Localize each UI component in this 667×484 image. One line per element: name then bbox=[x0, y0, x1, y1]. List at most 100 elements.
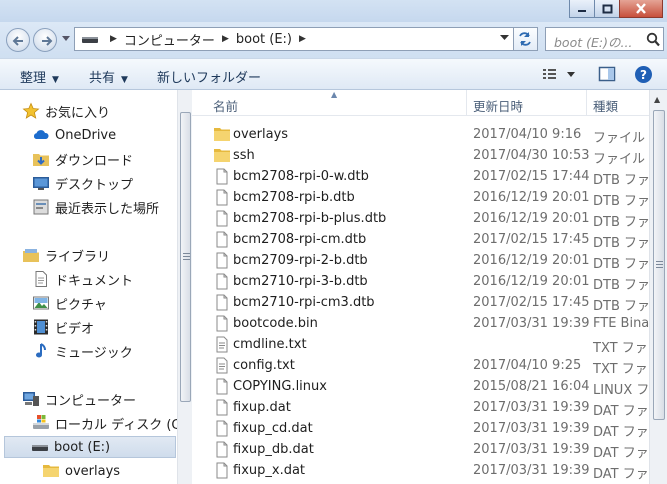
text-file-icon bbox=[213, 336, 231, 357]
chevron-down-icon: ▼ bbox=[52, 75, 59, 85]
column-header-type[interactable]: 種類 bbox=[593, 96, 618, 115]
breadcrumb-boot-drive[interactable]: boot (E:) bbox=[236, 32, 292, 47]
file-type: DTB ファ bbox=[593, 173, 649, 188]
nav-item-documents[interactable]: ドキュメント bbox=[32, 268, 133, 290]
file-row[interactable]: bcm2708-rpi-b-plus.dtb 2016/12/19 20:01 DT… bbox=[192, 208, 649, 231]
nav-item-videos[interactable]: ビデオ bbox=[32, 316, 94, 338]
file-name: fixup_db.dat bbox=[233, 442, 314, 457]
file-row[interactable]: COPYING.linux 2015/08/21 16:04 LINUX フ bbox=[192, 376, 649, 398]
organize-menu-button[interactable]: 整理 ▼ bbox=[20, 67, 59, 86]
nav-item-onedrive[interactable]: OneDrive bbox=[32, 124, 116, 146]
forward-arrow-icon bbox=[42, 36, 53, 46]
share-menu-button[interactable]: 共有 ▼ bbox=[89, 67, 128, 86]
refresh-button[interactable] bbox=[514, 27, 538, 51]
navigation-scrollbar-thumb[interactable] bbox=[180, 112, 191, 402]
preview-pane-icon[interactable] bbox=[598, 65, 616, 83]
recent-pages-chevron-icon[interactable] bbox=[62, 36, 70, 42]
file-type: DTB ファ bbox=[593, 215, 649, 230]
breadcrumb-separator-icon: ▶ bbox=[110, 34, 117, 44]
file-list-scrollbar-thumb[interactable] bbox=[653, 110, 665, 420]
file-row[interactable]: bcm2708-rpi-0-w.dtb 2017/02/15 17:44 DTB フ… bbox=[192, 166, 649, 188]
file-row[interactable]: fixup.dat 2017/03/31 19:39 DAT ファ bbox=[192, 397, 649, 420]
column-separator[interactable] bbox=[466, 90, 467, 116]
file-date: 2017/03/31 19:39 bbox=[473, 463, 590, 478]
minimize-icon bbox=[578, 9, 586, 12]
library-icon bbox=[23, 249, 39, 262]
nav-item-recent-places[interactable]: 最近表示した場所 bbox=[32, 196, 159, 218]
file-date: 2016/12/19 20:01 bbox=[473, 211, 590, 226]
file-row[interactable]: fixup_cd.dat 2017/03/31 19:39 DAT ファ bbox=[192, 418, 649, 440]
help-icon[interactable]: ? bbox=[634, 65, 653, 84]
nav-favorites[interactable]: お気に入り bbox=[22, 100, 110, 122]
file-row[interactable]: cmdline.txt TXT ファ bbox=[192, 334, 649, 357]
file-type: TXT ファ bbox=[593, 362, 648, 377]
close-button[interactable] bbox=[619, 0, 663, 18]
file-row[interactable]: bcm2708-rpi-b.dtb 2016/12/19 20:01 DTB ファ bbox=[192, 187, 649, 209]
file-row[interactable]: bcm2710-rpi-3-b.dtb 2016/12/19 20:01 DTB フ… bbox=[192, 271, 649, 293]
close-icon bbox=[636, 3, 646, 14]
nav-item-overlays[interactable]: overlays bbox=[42, 460, 120, 482]
drive-icon bbox=[32, 445, 48, 451]
forward-button[interactable] bbox=[33, 28, 57, 52]
file-type: DAT ファ bbox=[593, 404, 649, 419]
nav-label: ダウンロード bbox=[55, 153, 134, 169]
nav-item-music[interactable]: ミュージック bbox=[32, 340, 133, 362]
file-name: fixup_x.dat bbox=[233, 463, 306, 478]
file-date: 2017/03/31 19:39 bbox=[473, 421, 590, 436]
file-row[interactable]: bcm2709-rpi-2-b.dtb 2016/12/19 20:01 DTB フ… bbox=[192, 250, 649, 272]
file-name: bcm2710-rpi-3-b.dtb bbox=[233, 274, 368, 289]
file-name: bcm2710-rpi-cm3.dtb bbox=[233, 295, 375, 310]
nav-item-desktop[interactable]: デスクトップ bbox=[32, 172, 133, 194]
file-row[interactable]: config.txt 2017/04/10 9:25 TXT ファ bbox=[192, 355, 649, 377]
column-header-date[interactable]: 更新日時 bbox=[473, 96, 523, 115]
file-icon bbox=[213, 210, 231, 231]
file-type: DAT ファ bbox=[593, 446, 649, 461]
file-list-scrollbar[interactable]: ▲ bbox=[649, 90, 667, 484]
file-icon bbox=[213, 462, 231, 483]
new-folder-button[interactable]: 新しいフォルダー bbox=[157, 67, 261, 86]
nav-item-downloads[interactable]: ダウンロード bbox=[32, 148, 133, 170]
nav-item-boot-drive[interactable]: boot (E:) bbox=[4, 436, 176, 458]
command-bar: 整理 ▼ 共有 ▼ 新しいフォルダー ? bbox=[0, 58, 667, 90]
address-dropdown-chevron-icon[interactable] bbox=[500, 35, 509, 41]
nav-libraries[interactable]: ライブラリ bbox=[22, 244, 110, 266]
search-input[interactable]: boot (E:)の... bbox=[545, 27, 664, 51]
file-row[interactable]: fixup_db.dat 2017/03/31 19:39 DAT ファ bbox=[192, 439, 649, 462]
maximize-button[interactable] bbox=[594, 0, 620, 18]
folder-icon bbox=[43, 465, 59, 477]
back-arrow-icon bbox=[12, 36, 23, 46]
recent-places-icon bbox=[33, 199, 49, 215]
file-type: DAT ファ bbox=[593, 425, 649, 440]
computer-icon bbox=[23, 392, 39, 406]
breadcrumb-computer[interactable]: コンピューター bbox=[124, 30, 215, 49]
file-name: bcm2708-rpi-b.dtb bbox=[233, 190, 355, 205]
file-row[interactable]: bcm2710-rpi-cm3.dtb 2017/02/15 17:45 DTB フ… bbox=[192, 292, 649, 315]
file-icon bbox=[213, 441, 231, 462]
file-icon bbox=[213, 399, 231, 420]
address-bar[interactable]: ▶ コンピューター ▶ boot (E:) ▶ bbox=[74, 27, 514, 51]
back-button[interactable] bbox=[6, 28, 30, 52]
file-name: fixup.dat bbox=[233, 400, 291, 415]
nav-computer[interactable]: コンピューター bbox=[22, 388, 136, 410]
file-icon bbox=[213, 294, 231, 315]
file-row[interactable]: bootcode.bin 2017/03/31 19:39 FTE Binar bbox=[192, 313, 649, 334]
film-icon bbox=[34, 319, 48, 335]
scroll-up-icon[interactable]: ▲ bbox=[654, 95, 660, 104]
nav-label: ピクチャ bbox=[55, 297, 107, 313]
nav-item-pictures[interactable]: ピクチャ bbox=[32, 292, 107, 314]
window-controls bbox=[569, 0, 663, 18]
breadcrumb-separator-icon: ▶ bbox=[221, 34, 229, 44]
file-row[interactable]: fixup_x.dat 2017/03/31 19:39 DAT ファ bbox=[192, 460, 649, 483]
file-row[interactable]: bcm2708-rpi-cm.dtb 2017/02/15 17:45 DTB ファ bbox=[192, 229, 649, 251]
minimize-button[interactable] bbox=[569, 0, 595, 18]
file-row[interactable]: overlays 2017/04/10 9:16 ファイル フ bbox=[192, 124, 649, 146]
column-header-name[interactable]: 名前 bbox=[213, 96, 238, 115]
column-separator[interactable] bbox=[586, 90, 587, 116]
file-date: 2017/02/15 17:45 bbox=[473, 232, 590, 247]
nav-item-local-disk[interactable]: ローカル ディスク (C: bbox=[32, 412, 177, 434]
file-row[interactable]: ssh 2017/04/30 10:53ファイル フ bbox=[192, 145, 649, 167]
view-options-icon[interactable] bbox=[543, 68, 577, 82]
drive-icon bbox=[82, 37, 98, 43]
navigation-scrollbar[interactable] bbox=[177, 90, 192, 484]
file-date: 2016/12/19 20:01 bbox=[473, 190, 590, 205]
